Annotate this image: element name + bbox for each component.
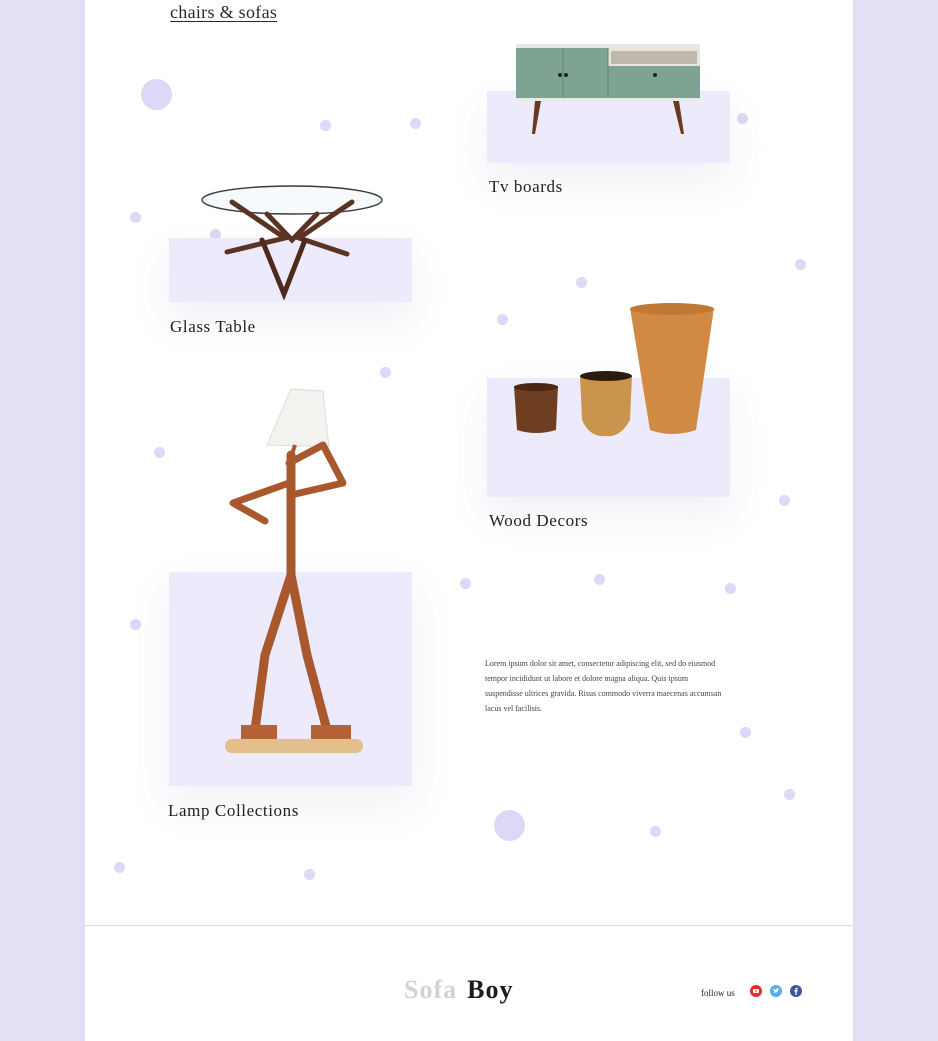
decor-dot (737, 113, 748, 124)
wood-decors-label[interactable]: Wood Decors (489, 511, 588, 531)
site-logo[interactable]: Sofa Boy (404, 975, 513, 1005)
description-text: Lorem ipsum dolor sit amet, consectetur … (485, 659, 722, 713)
decor-dot (650, 826, 661, 837)
tv-board-image[interactable] (513, 42, 703, 138)
twitter-icon[interactable] (770, 985, 782, 997)
decor-dot (460, 578, 471, 589)
lamp-image[interactable] (195, 385, 385, 760)
decor-dot (725, 583, 736, 594)
content-page: chairs & sofas Tv boards Glass Table Woo (85, 0, 853, 1041)
glass-table-label[interactable]: Glass Table (170, 317, 256, 337)
decor-dot (784, 789, 795, 800)
decor-dot (576, 277, 587, 288)
tv-boards-label[interactable]: Tv boards (489, 177, 563, 197)
decor-dot (130, 212, 141, 223)
decor-dot (410, 118, 421, 129)
follow-us-label: follow us (701, 988, 735, 998)
decor-dot (594, 574, 605, 585)
decor-dot (304, 869, 315, 880)
decor-dot (740, 727, 751, 738)
decor-dot (141, 79, 172, 110)
decor-dot (380, 367, 391, 378)
decor-dot (320, 120, 331, 131)
youtube-icon[interactable] (750, 985, 762, 997)
category-link-chairs-sofas[interactable]: chairs & sofas (170, 2, 277, 23)
facebook-icon[interactable] (790, 985, 802, 997)
decor-dot (795, 259, 806, 270)
decor-dot (779, 495, 790, 506)
logo-word-boy: Boy (467, 975, 514, 1004)
decor-dot (130, 619, 141, 630)
decor-dot (114, 862, 125, 873)
lamp-collections-label[interactable]: Lamp Collections (168, 801, 299, 821)
decor-dot (494, 810, 525, 841)
wood-decors-image[interactable] (510, 300, 735, 440)
decor-dot (154, 447, 165, 458)
glass-table-image[interactable] (197, 180, 387, 300)
footer-divider (85, 925, 853, 926)
logo-word-sofa: Sofa (404, 975, 458, 1004)
decor-dot (497, 314, 508, 325)
